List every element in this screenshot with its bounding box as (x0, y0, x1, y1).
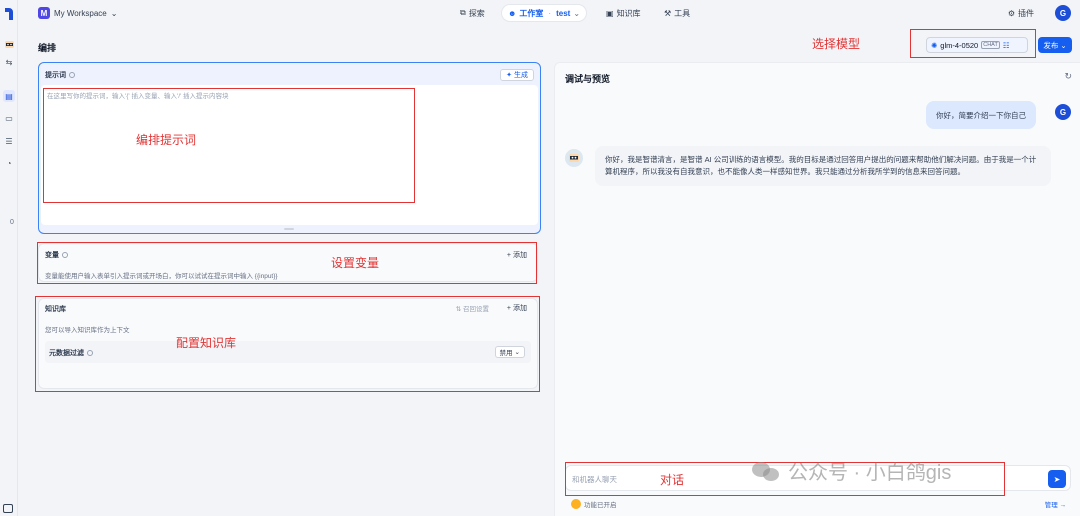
feature-icon (571, 499, 581, 509)
workspace-switcher[interactable]: M My Workspace ⌄ (38, 7, 117, 19)
send-icon: ➤ (1053, 474, 1061, 484)
features-label: 功能已开启 (584, 502, 617, 509)
chevron-down-icon: ⌄ (573, 8, 581, 18)
publish-button[interactable]: 发布 ⌄ (1038, 37, 1072, 53)
annotation-box-prompt (43, 88, 415, 203)
chevron-down-icon: ⌄ (110, 8, 118, 18)
prompt-title: 提示词 (45, 70, 75, 80)
nav-tools-label: 工具 (674, 8, 691, 18)
manage-label: 管理 (1044, 502, 1058, 509)
workspace-name: My Workspace (54, 8, 107, 18)
user-message: 你好，简要介绍一下你自己 (926, 101, 1036, 129)
plugin-label: 插件 (1018, 9, 1034, 18)
plugin-icon: ⚙ (1007, 9, 1015, 18)
preview-title: 调试与预览 (565, 74, 611, 84)
book-icon: ▣ (606, 8, 614, 18)
nav-studio-label: 工作室 (519, 8, 544, 18)
bot-avatar-icon (565, 149, 583, 167)
resize-handle[interactable] (284, 228, 294, 230)
user-avatar[interactable]: G (1055, 5, 1071, 21)
annotation-select-model: 选择模型 (812, 37, 861, 51)
nav-studio[interactable]: ☻ 工作室 · test ⌄ (502, 5, 587, 21)
watermark-text: 公众号 · 小白鸽gis (788, 462, 952, 484)
annotation-arrange-prompt: 编排提示词 (136, 133, 197, 147)
annotation-set-variables: 设置变量 (331, 256, 380, 270)
sparkle-icon: ✦ (506, 72, 512, 79)
info-icon[interactable] (69, 72, 75, 78)
wechat-logo-icon (752, 460, 782, 482)
annotation-box-knowledge (35, 296, 540, 392)
refresh-icon[interactable]: ↻ (1064, 71, 1072, 82)
page-title: 编排 (38, 43, 57, 53)
robot-avatar-icon[interactable] (3, 38, 15, 50)
workspace-badge: M (38, 7, 50, 19)
debug-preview-panel: 调试与预览 ↻ 你好，简要介绍一下你自己 G 你好，我是智谱清言，是智谱 AI … (554, 62, 1080, 516)
monitor-icon[interactable]: ◔ (3, 157, 15, 169)
logs-icon[interactable]: ☰ (3, 135, 15, 147)
generate-button[interactable]: ✦ 生成 (500, 69, 534, 81)
nav-tools[interactable]: ⚒ 工具 (658, 5, 696, 21)
annotation-dialogue: 对话 (660, 473, 685, 487)
explore-icon: ⧉ (460, 8, 466, 17)
robot-icon: ☻ (508, 8, 517, 18)
plugin-button[interactable]: ⚙ 插件 (1008, 8, 1034, 19)
sidebar-toggle-icon[interactable] (3, 504, 13, 513)
dify-logo-icon[interactable] (4, 7, 14, 21)
tool-icon: ⚒ (664, 8, 672, 18)
publish-label: 发布 (1043, 40, 1059, 50)
send-button[interactable]: ➤ (1048, 470, 1066, 488)
settings-sliders-icon[interactable]: ⇆ (3, 56, 15, 68)
nav-explore-label: 探索 (468, 8, 485, 18)
annotation-box-model (910, 29, 1036, 58)
nav-separator: · (548, 8, 552, 18)
top-bar: M My Workspace ⌄ ⧉ 探索 ☻ 工作室 · test ⌄ ▣ 知… (18, 0, 1080, 28)
generate-label: 生成 (514, 72, 528, 79)
features-enabled[interactable]: 功能已开启 (571, 499, 617, 509)
arrow-right-icon: → (1059, 502, 1067, 509)
char-counter: 0 (10, 219, 14, 226)
watermark: 公众号 · 小白鸽gis (752, 456, 951, 485)
user-avatar: G (1055, 104, 1071, 120)
annotation-configure-kb: 配置知识库 (176, 336, 237, 350)
chevron-down-icon: ⌄ (1060, 40, 1067, 50)
left-rail: ⇆ ▤ ▭ ☰ ◔ (0, 0, 18, 516)
annotation-box-variables (37, 242, 537, 284)
orchestrate-icon[interactable]: ▤ (3, 90, 15, 102)
nav-knowledge-label: 知识库 (616, 8, 641, 18)
prompt-title-text: 提示词 (45, 72, 66, 79)
nav-explore[interactable]: ⧉ 探索 (454, 5, 491, 21)
manage-button[interactable]: 管理 → (1045, 499, 1066, 509)
bot-message: 你好，我是智谱清言，是智谱 AI 公司训练的语言模型。我的目标是通过回答用户提出… (595, 146, 1051, 186)
terminal-icon[interactable]: ▭ (3, 112, 15, 124)
nav-knowledge[interactable]: ▣ 知识库 (600, 5, 647, 21)
current-app-name[interactable]: test (556, 9, 570, 18)
